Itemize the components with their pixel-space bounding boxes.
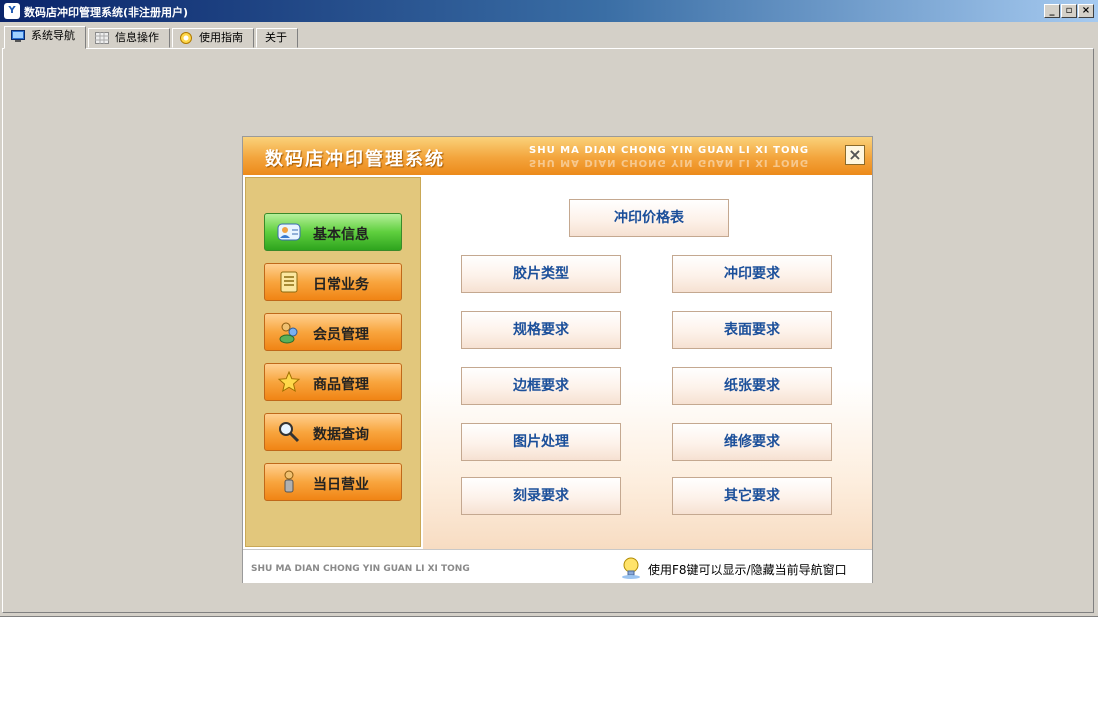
- footer-tip: 使用F8键可以显示/隐藏当前导航窗口: [648, 563, 847, 577]
- close-button[interactable]: ×: [1078, 4, 1094, 18]
- print-requirement-button[interactable]: 冲印要求: [672, 255, 832, 293]
- sidebar-button-data-query[interactable]: 数据查询: [264, 413, 402, 451]
- grid-icon: [95, 32, 109, 44]
- help-icon: [180, 32, 192, 44]
- nav-footer: SHU MA DIAN CHONG YIN GUAN LI XI TONG 使用…: [243, 549, 872, 583]
- tab-system-navigation[interactable]: 系统导航: [4, 26, 86, 49]
- sidebar-button-member-management[interactable]: 会员管理: [264, 313, 402, 351]
- paper-requirement-button[interactable]: 纸张要求: [672, 367, 832, 405]
- nav-sidebar: 基本信息 日常业务 会员管理 商品管理 数据查询 当日营业: [245, 177, 421, 547]
- sidebar-button-basic-info[interactable]: 基本信息: [264, 213, 402, 251]
- sidebar-button-label: 商品管理: [313, 377, 369, 393]
- footer-text: SHU MA DIAN CHONG YIN GUAN LI XI TONG: [251, 564, 470, 574]
- sidebar-button-label: 数据查询: [313, 427, 369, 443]
- sidebar-button-daily-sales[interactable]: 当日营业: [264, 463, 402, 501]
- tab-label: 系统导航: [31, 29, 75, 42]
- app-window: Y 数码店冲印管理系统(非注册用户) _ ▫ × 系统导航 信息操作 使用指南 …: [0, 0, 1098, 617]
- border-requirement-button[interactable]: 边框要求: [461, 367, 621, 405]
- repair-requirement-button[interactable]: 维修要求: [672, 423, 832, 461]
- nav-title: 数码店冲印管理系统: [265, 149, 445, 170]
- other-requirement-button[interactable]: 其它要求: [672, 477, 832, 515]
- star-icon: [277, 370, 301, 393]
- nav-close-button[interactable]: ×: [845, 145, 865, 165]
- lightbulb-icon: [622, 557, 640, 579]
- sidebar-button-label: 当日营业: [313, 477, 369, 493]
- sidebar-button-label: 基本信息: [313, 227, 369, 243]
- document-icon: [280, 271, 298, 293]
- window-title: 数码店冲印管理系统(非注册用户): [24, 6, 189, 19]
- image-processing-button[interactable]: 图片处理: [461, 423, 621, 461]
- navigation-window: 数码店冲印管理系统 SHU MA DIAN CHONG YIN GUAN LI …: [242, 136, 873, 583]
- title-bar[interactable]: Y 数码店冲印管理系统(非注册用户) _ ▫ ×: [0, 0, 1098, 22]
- burn-requirement-button[interactable]: 刻录要求: [461, 477, 621, 515]
- nav-actions-panel: 冲印价格表 胶片类型 冲印要求 规格要求 表面要求 边框要求 纸张要求 图片处理…: [423, 175, 872, 549]
- tab-label: 使用指南: [199, 31, 243, 44]
- tab-label: 信息操作: [115, 31, 159, 44]
- restore-button[interactable]: ▫: [1061, 4, 1077, 18]
- nav-subtitle-reflection: SHU MA DIAN CHONG YIN GUAN LI XI TONG: [529, 157, 810, 168]
- monitor-icon: [11, 30, 25, 42]
- price-table-button[interactable]: 冲印价格表: [569, 199, 729, 237]
- surface-requirement-button[interactable]: 表面要求: [672, 311, 832, 349]
- person-icon: [284, 470, 294, 493]
- magnifier-icon: [279, 422, 300, 443]
- app-icon: Y: [4, 3, 20, 19]
- tab-about[interactable]: 关于: [256, 28, 298, 48]
- nav-header: 数码店冲印管理系统 SHU MA DIAN CHONG YIN GUAN LI …: [243, 137, 872, 175]
- sidebar-button-label: 日常业务: [313, 277, 369, 293]
- minimize-button[interactable]: _: [1044, 4, 1060, 18]
- members-icon: [279, 322, 298, 344]
- tab-information-operations[interactable]: 信息操作: [88, 28, 170, 48]
- sidebar-button-daily-business[interactable]: 日常业务: [264, 263, 402, 301]
- sidebar-button-label: 会员管理: [313, 327, 369, 343]
- film-type-button[interactable]: 胶片类型: [461, 255, 621, 293]
- tab-label: 关于: [265, 31, 287, 44]
- nav-subtitle: SHU MA DIAN CHONG YIN GUAN LI XI TONG: [529, 145, 810, 156]
- size-requirement-button[interactable]: 规格要求: [461, 311, 621, 349]
- tab-user-guide[interactable]: 使用指南: [172, 28, 254, 48]
- user-card-icon: [277, 223, 301, 241]
- sidebar-button-product-management[interactable]: 商品管理: [264, 363, 402, 401]
